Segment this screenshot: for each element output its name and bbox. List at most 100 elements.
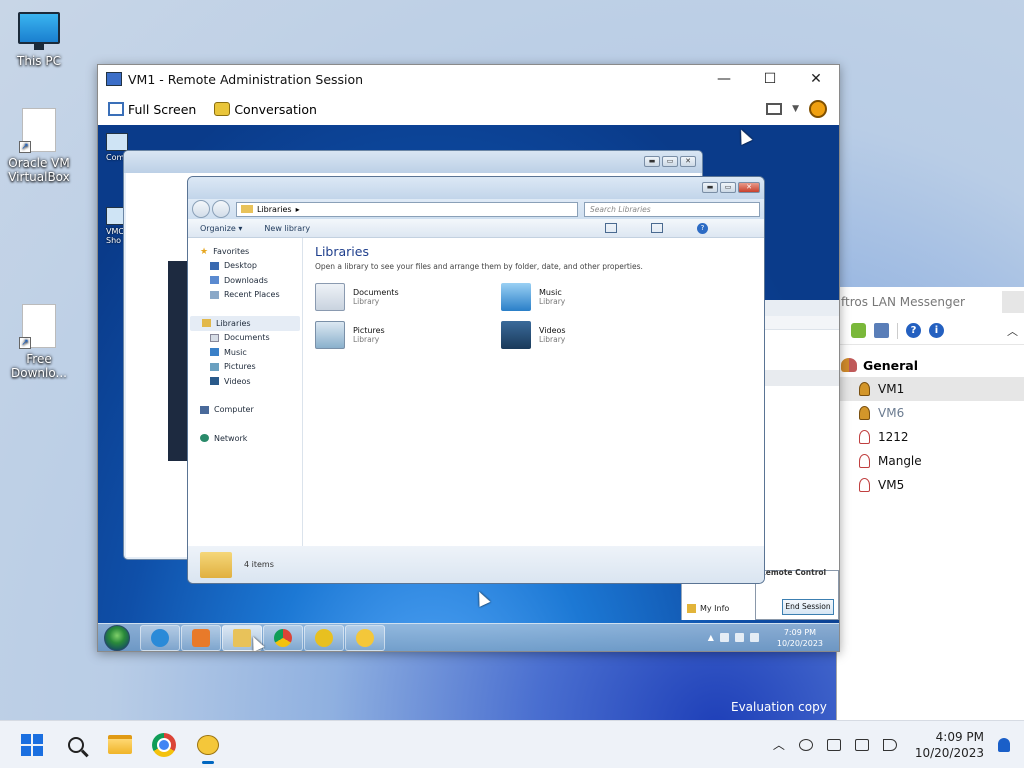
help-icon[interactable]: ? (697, 222, 708, 234)
minimize-button[interactable]: ▬ (644, 156, 660, 167)
file-explorer-button[interactable] (98, 725, 142, 765)
background-window-titlebar[interactable] (124, 151, 702, 173)
search-icon (68, 736, 84, 753)
nav-network[interactable]: Network (188, 431, 302, 446)
nav-documents[interactable]: Documents (188, 331, 302, 346)
cloud-status-icon[interactable] (798, 738, 813, 751)
desktop-icon-virtualbox[interactable]: ↗ Oracle VM VirtualBox (1, 108, 77, 184)
remote-admin-window[interactable]: VM1 - Remote Administration Session — ☐ … (97, 64, 840, 652)
contact-vm1[interactable]: VM1 (837, 377, 1024, 401)
conversation-icon (214, 102, 231, 116)
network-icon[interactable] (734, 633, 744, 642)
nav-desktop[interactable]: Desktop (188, 259, 302, 274)
nav-libraries[interactable]: Libraries (190, 316, 300, 331)
remote-screen[interactable]: Com VMC Sho ▬ ▭ ✕ nger My Info (98, 125, 839, 651)
nav-favorites[interactable]: ★ Favorites (188, 244, 302, 259)
clock-time: 4:09 PM (935, 729, 984, 744)
close-button[interactable]: ✕ (738, 182, 760, 193)
organize-button[interactable]: Organize ▾ (200, 224, 242, 233)
speaker-muted-icon[interactable] (882, 738, 897, 751)
chevron-up-icon[interactable]: ︿ (773, 736, 785, 753)
remote-clock[interactable]: 7:09 PM 10/20/2023 (777, 627, 823, 649)
item-count: 4 items (244, 560, 274, 569)
desktop-icon-this-pc[interactable]: This PC (1, 12, 77, 68)
lan-messenger-window[interactable]: ftros LAN Messenger ? i ︿ General VM1 VM… (836, 287, 1024, 720)
conversation-button[interactable]: Conversation (214, 102, 317, 117)
evaluation-watermark: Evaluation copy (731, 700, 827, 714)
chevron-up-icon[interactable]: ︿ (1007, 323, 1018, 339)
nav-videos[interactable]: Videos (188, 374, 302, 389)
close-button[interactable]: ✕ (793, 65, 839, 93)
nav-label: Computer (214, 405, 254, 415)
nav-recent-places[interactable]: Recent Places (188, 288, 302, 303)
contact-mangle[interactable]: Mangle (837, 449, 1024, 473)
preview-pane-icon[interactable] (651, 222, 663, 233)
desktop-icon-free-download[interactable]: ↗ Free Downlo... (1, 304, 77, 380)
nav-label: Videos (224, 376, 251, 386)
clock[interactable]: 4:09 PM 10/20/2023 (915, 729, 984, 761)
lan-messenger-button[interactable] (186, 725, 230, 765)
action-center-icon[interactable] (719, 633, 729, 642)
view-options-icon[interactable] (605, 222, 617, 233)
remote-admin-titlebar[interactable]: VM1 - Remote Administration Session — ☐ … (98, 65, 839, 93)
videos-icon (210, 377, 219, 386)
messenger-close-button[interactable] (1002, 291, 1024, 313)
display-select-icon[interactable] (766, 103, 783, 115)
library-videos[interactable]: Videos Library (501, 319, 687, 351)
libraries-window[interactable]: ▬ ▭ ✕ Libraries ▸ Search Libraries Organ… (187, 176, 765, 584)
contact-vm5[interactable]: VM5 (837, 473, 1024, 497)
remote-taskbar-media[interactable] (181, 624, 221, 651)
forward-arrow-icon[interactable] (212, 200, 230, 218)
address-bar[interactable]: Libraries ▸ (236, 201, 578, 217)
library-pictures[interactable]: Pictures Library (315, 319, 501, 351)
help-icon[interactable]: ? (906, 323, 921, 338)
nav-pictures[interactable]: Pictures (188, 360, 302, 375)
chrome-button[interactable] (142, 725, 186, 765)
downloads-icon (210, 276, 219, 285)
remote-taskbar-ie[interactable] (140, 624, 180, 651)
end-session-button[interactable]: End Session (782, 599, 834, 615)
maximize-button[interactable]: ▭ (720, 182, 736, 193)
remote-taskbar-chrome[interactable] (263, 624, 303, 651)
libraries-content: Libraries Open a library to see your fil… (303, 238, 764, 546)
library-documents[interactable]: Documents Library (315, 281, 501, 313)
settings-gear-icon[interactable] (809, 100, 827, 118)
libraries-status-bar: 4 items (188, 546, 764, 583)
start-orb-icon[interactable] (104, 624, 130, 651)
library-name: Documents (353, 288, 399, 297)
back-arrow-icon[interactable] (192, 200, 210, 218)
search-button[interactable] (54, 725, 98, 765)
contact-1212[interactable]: 1212 (837, 425, 1024, 449)
folder-share-icon[interactable] (851, 323, 866, 338)
library-music[interactable]: Music Library (501, 281, 687, 313)
chevron-up-icon[interactable]: ▲ (708, 633, 714, 642)
keyboard-icon[interactable] (826, 738, 841, 751)
maximize-button[interactable]: ▭ (662, 156, 678, 167)
contact-vm6[interactable]: VM6 (837, 401, 1024, 425)
remote-taskbar-bee[interactable] (304, 624, 344, 651)
maximize-button[interactable]: ☐ (747, 65, 793, 93)
volume-icon[interactable] (749, 633, 759, 642)
minimize-button[interactable]: ▬ (702, 182, 718, 193)
contact-name: 1212 (878, 430, 909, 444)
close-button[interactable]: ✕ (680, 156, 696, 167)
my-info-button[interactable]: My Info (683, 598, 755, 618)
info-icon[interactable]: i (929, 323, 944, 338)
libraries-titlebar[interactable]: ▬ ▭ ✕ (188, 177, 764, 199)
notification-bell-icon[interactable] (998, 737, 1010, 752)
chevron-down-icon[interactable]: ▼ (792, 104, 799, 114)
messenger-titlebar[interactable]: ftros LAN Messenger (837, 287, 1024, 317)
new-library-button[interactable]: New library (264, 224, 310, 233)
group-general[interactable]: General (837, 353, 1024, 377)
remote-taskbar-messenger[interactable] (345, 624, 385, 651)
history-icon[interactable] (874, 323, 889, 338)
monitor-icon[interactable] (854, 738, 869, 751)
full-screen-button[interactable]: Full Screen (108, 102, 196, 117)
nav-computer[interactable]: Computer (188, 403, 302, 418)
search-input[interactable]: Search Libraries (584, 201, 760, 217)
nav-music[interactable]: Music (188, 345, 302, 360)
start-button[interactable] (10, 725, 54, 765)
minimize-button[interactable]: — (701, 65, 747, 93)
bee-app-icon (315, 628, 333, 647)
nav-downloads[interactable]: Downloads (188, 273, 302, 288)
